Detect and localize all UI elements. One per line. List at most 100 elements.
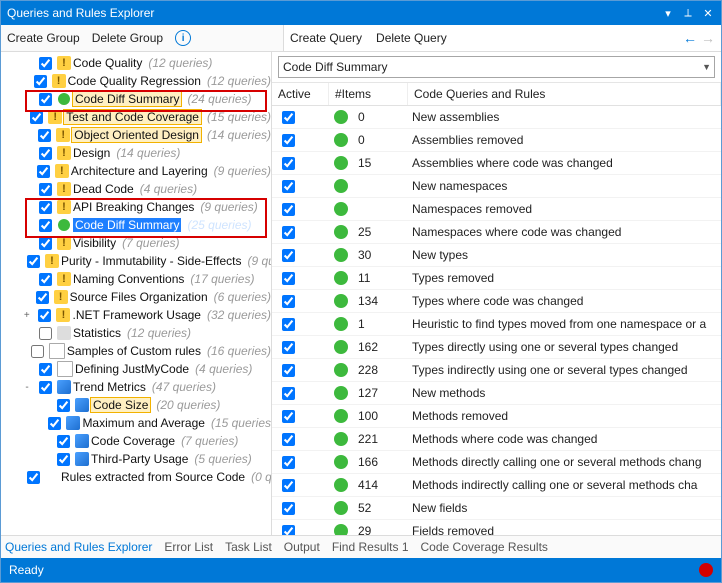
query-group-combo[interactable]: Code Diff Summary ▼ <box>278 56 715 78</box>
tree-checkbox[interactable] <box>39 93 52 106</box>
row-checkbox[interactable] <box>282 272 295 285</box>
row-checkbox[interactable] <box>282 180 295 193</box>
row-checkbox[interactable] <box>282 456 295 469</box>
tab-task-list[interactable]: Task List <box>225 540 272 554</box>
tree-pane[interactable]: Code Quality(12 queries)Code Quality Reg… <box>1 52 272 535</box>
tree-item[interactable]: Design(14 queries) <box>1 144 271 162</box>
tree-checkbox[interactable] <box>39 381 52 394</box>
table-row[interactable]: 0Assemblies removed <box>272 129 721 152</box>
table-row[interactable]: 166Methods directly calling one or sever… <box>272 451 721 474</box>
tree-item[interactable]: Third-Party Usage(5 queries) <box>1 450 271 468</box>
row-checkbox[interactable] <box>282 318 295 331</box>
row-checkbox[interactable] <box>282 111 295 124</box>
tree-twisty-icon[interactable]: + <box>21 310 32 321</box>
tree-checkbox[interactable] <box>39 273 52 286</box>
tree-item[interactable]: Code Quality Regression(12 queries) <box>1 72 271 90</box>
tree-checkbox[interactable] <box>48 417 61 430</box>
col-items[interactable]: #Items <box>329 83 408 105</box>
row-checkbox[interactable] <box>282 410 295 423</box>
tree-item[interactable]: Test and Code Coverage(15 queries) <box>1 108 271 126</box>
table-row[interactable]: 228Types indirectly using one or several… <box>272 359 721 382</box>
tree-item[interactable]: Code Size(20 queries) <box>1 396 271 414</box>
tree-checkbox[interactable] <box>37 165 50 178</box>
table-row[interactable]: 414Methods indirectly calling one or sev… <box>272 474 721 497</box>
row-checkbox[interactable] <box>282 525 295 536</box>
tab-output[interactable]: Output <box>284 540 320 554</box>
tree-checkbox[interactable] <box>31 345 44 358</box>
row-checkbox[interactable] <box>282 433 295 446</box>
tree-checkbox[interactable] <box>39 327 52 340</box>
tree-checkbox[interactable] <box>57 453 70 466</box>
tree-item[interactable]: Object Oriented Design(14 queries) <box>1 126 271 144</box>
table-row[interactable]: Namespaces removed <box>272 198 721 221</box>
tree-item[interactable]: Statistics(12 queries) <box>1 324 271 342</box>
record-icon[interactable] <box>699 563 713 577</box>
table-row[interactable]: 25Namespaces where code was changed <box>272 221 721 244</box>
tree-checkbox[interactable] <box>57 435 70 448</box>
dropdown-icon[interactable]: ▾ <box>661 6 675 20</box>
tree-checkbox[interactable] <box>39 201 52 214</box>
table-row[interactable]: 134Types where code was changed <box>272 290 721 313</box>
tree-checkbox[interactable] <box>34 75 47 88</box>
tree-checkbox[interactable] <box>38 309 51 322</box>
tree-checkbox[interactable] <box>27 471 40 484</box>
table-row[interactable]: 29Fields removed <box>272 520 721 535</box>
tree-checkbox[interactable] <box>57 399 70 412</box>
tab-code-coverage-results[interactable]: Code Coverage Results <box>421 540 548 554</box>
row-checkbox[interactable] <box>282 249 295 262</box>
col-name[interactable]: Code Queries and Rules <box>408 83 721 105</box>
table-row[interactable]: 127New methods <box>272 382 721 405</box>
bottom-tabs[interactable]: Queries and Rules ExplorerError ListTask… <box>1 535 721 558</box>
tree-checkbox[interactable] <box>39 237 52 250</box>
table-row[interactable]: 15Assemblies where code was changed <box>272 152 721 175</box>
row-checkbox[interactable] <box>282 341 295 354</box>
tree-checkbox[interactable] <box>39 57 52 70</box>
row-checkbox[interactable] <box>282 479 295 492</box>
row-checkbox[interactable] <box>282 134 295 147</box>
row-checkbox[interactable] <box>282 364 295 377</box>
tree-item[interactable]: Source Files Organization(6 queries) <box>1 288 271 306</box>
tree-item[interactable]: Code Coverage(7 queries) <box>1 432 271 450</box>
rules-tree[interactable]: Code Quality(12 queries)Code Quality Reg… <box>1 54 271 486</box>
tab-find-results-1[interactable]: Find Results 1 <box>332 540 409 554</box>
tree-checkbox[interactable] <box>30 111 43 124</box>
tree-item[interactable]: Defining JustMyCode(4 queries) <box>1 360 271 378</box>
tree-item[interactable]: Purity - Immutability - Side-Effects(9 q… <box>1 252 271 270</box>
table-row[interactable]: 221Methods where code was changed <box>272 428 721 451</box>
table-row[interactable]: 11Types removed <box>272 267 721 290</box>
tree-checkbox[interactable] <box>39 183 52 196</box>
create-query-button[interactable]: Create Query <box>290 31 362 45</box>
delete-group-button[interactable]: Delete Group <box>92 31 163 45</box>
table-row[interactable]: New namespaces <box>272 175 721 198</box>
tree-item[interactable]: Visibility(7 queries) <box>1 234 271 252</box>
tree-item[interactable]: API Breaking Changes(9 queries) <box>1 198 271 216</box>
tree-twisty-icon[interactable]: - <box>21 382 33 393</box>
table-row[interactable]: 0New assemblies <box>272 106 721 129</box>
row-checkbox[interactable] <box>282 203 295 216</box>
col-active[interactable]: Active <box>272 83 329 105</box>
table-row[interactable]: 30New types <box>272 244 721 267</box>
row-checkbox[interactable] <box>282 226 295 239</box>
tree-item[interactable]: Code Diff Summary(25 queries) <box>1 216 271 234</box>
table-row[interactable]: 162Types directly using one or several t… <box>272 336 721 359</box>
tree-checkbox[interactable] <box>27 255 40 268</box>
row-checkbox[interactable] <box>282 295 295 308</box>
nav-back-icon[interactable]: ← <box>683 30 697 46</box>
tree-checkbox[interactable] <box>38 129 51 142</box>
info-icon[interactable]: i <box>175 30 191 46</box>
pin-icon[interactable]: ⟂ <box>681 6 695 20</box>
tree-item[interactable]: Architecture and Layering(9 queries) <box>1 162 271 180</box>
create-group-button[interactable]: Create Group <box>7 31 80 45</box>
close-icon[interactable]: ✕ <box>701 6 715 20</box>
tree-item[interactable]: Rules extracted from Source Code(0 qu <box>1 468 271 486</box>
tree-item[interactable]: Maximum and Average(15 queries <box>1 414 271 432</box>
table-row[interactable]: 1Heuristic to find types moved from one … <box>272 313 721 336</box>
tree-item[interactable]: Dead Code(4 queries) <box>1 180 271 198</box>
row-checkbox[interactable] <box>282 157 295 170</box>
tree-checkbox[interactable] <box>39 363 52 376</box>
row-checkbox[interactable] <box>282 387 295 400</box>
tree-item[interactable]: +.NET Framework Usage(32 queries) <box>1 306 271 324</box>
tree-checkbox[interactable] <box>39 147 52 160</box>
results-table[interactable]: Active #Items Code Queries and Rules 0Ne… <box>272 82 721 535</box>
tree-item[interactable]: Code Diff Summary(24 queries) <box>1 90 271 108</box>
